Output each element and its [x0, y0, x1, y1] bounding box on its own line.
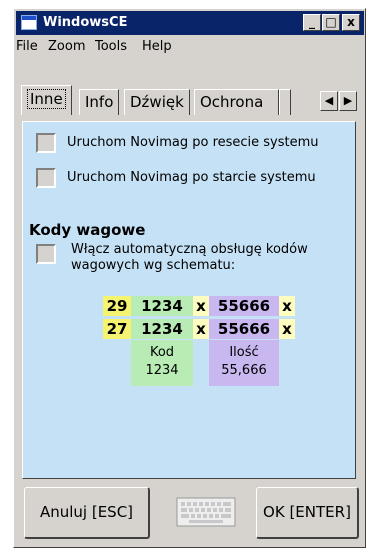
schema-row1-prefix: 29 [103, 296, 131, 316]
menu-help[interactable]: Help [142, 39, 172, 54]
restart-after-start-checkbox[interactable] [36, 168, 56, 188]
schema-row2-sep1: x [193, 319, 209, 339]
menu-file[interactable]: File [16, 39, 38, 54]
schema-row1-sep1: x [193, 296, 209, 316]
app-window: WindowsCE _ □ x File Zoom Tools Help Inn… [13, 8, 366, 548]
schema-row1-code: 1234 [131, 296, 193, 316]
schema-row1-sep2: x [279, 296, 295, 316]
tab-row: Inne Info Dźwięk Ochrona ◀ ▶ [16, 83, 364, 115]
schema-code-value: 1234 [145, 363, 179, 378]
menu-bar: File Zoom Tools Help [16, 36, 364, 58]
restart-after-reset-label: Uruchom Novimag po resecie systemu [67, 135, 319, 150]
weight-codes-enable-line1: Włącz automatyczną obsługę kodów [71, 242, 308, 257]
tab-partial[interactable] [279, 89, 291, 115]
title-bar[interactable]: WindowsCE _ □ x [16, 11, 364, 35]
tab-info-label: Info [85, 93, 114, 111]
tab-panel-inne: Uruchom Novimag po resecie systemu Uruch… [22, 121, 356, 479]
schema-row2-code: 1234 [131, 319, 193, 339]
ok-button[interactable]: OK [ENTER] [256, 487, 359, 539]
tab-scroll-left-icon[interactable]: ◀ [320, 91, 338, 111]
weight-codes-enable-line2: wagowych wg schematu: [71, 258, 236, 273]
menu-tools[interactable]: Tools [95, 39, 127, 54]
tab-dzwiek[interactable]: Dźwięk [124, 89, 190, 115]
weight-codes-checkbox[interactable] [36, 244, 56, 264]
minimize-button[interactable]: _ [303, 14, 321, 31]
tab-ochrona[interactable]: Ochrona [194, 89, 279, 115]
keyboard-icon[interactable] [174, 492, 238, 532]
schema-row2-qty: 55666 [209, 319, 279, 339]
tab-info[interactable]: Info [79, 89, 120, 115]
schema-row1-qty: 55666 [209, 296, 279, 316]
tab-inne-label: Inne [27, 89, 66, 109]
schema-qty-label: Ilość [229, 345, 259, 360]
weight-codes-title: Kody wagowe [29, 221, 146, 239]
schema-qty-value: 55,666 [221, 363, 267, 378]
schema-row2-sep2: x [279, 319, 295, 339]
tab-ochrona-label: Ochrona [200, 93, 264, 111]
tab-inne[interactable]: Inne [21, 85, 72, 115]
schema-qty-legend: Ilość 55,666 [209, 340, 279, 386]
menu-zoom[interactable]: Zoom [48, 39, 85, 54]
schema-code-label: Kod [149, 345, 175, 360]
windows-logo-icon [21, 15, 37, 30]
tab-scroll-right-icon[interactable]: ▶ [339, 91, 357, 111]
restart-after-reset-checkbox[interactable] [36, 133, 56, 153]
close-button[interactable]: x [342, 14, 360, 31]
schema-row2-prefix: 27 [103, 319, 131, 339]
maximize-button[interactable]: □ [322, 14, 340, 31]
schema-code-legend: Kod 1234 [131, 340, 193, 386]
cancel-button[interactable]: Anuluj [ESC] [24, 487, 150, 539]
tab-dzwiek-label: Dźwięk [130, 93, 184, 111]
weight-codes-enable-label: Włącz automatyczną obsługę kodów wagowyc… [71, 242, 308, 274]
window-title: WindowsCE [43, 15, 128, 30]
restart-after-start-label: Uruchom Novimag po starcie systemu [67, 170, 316, 185]
